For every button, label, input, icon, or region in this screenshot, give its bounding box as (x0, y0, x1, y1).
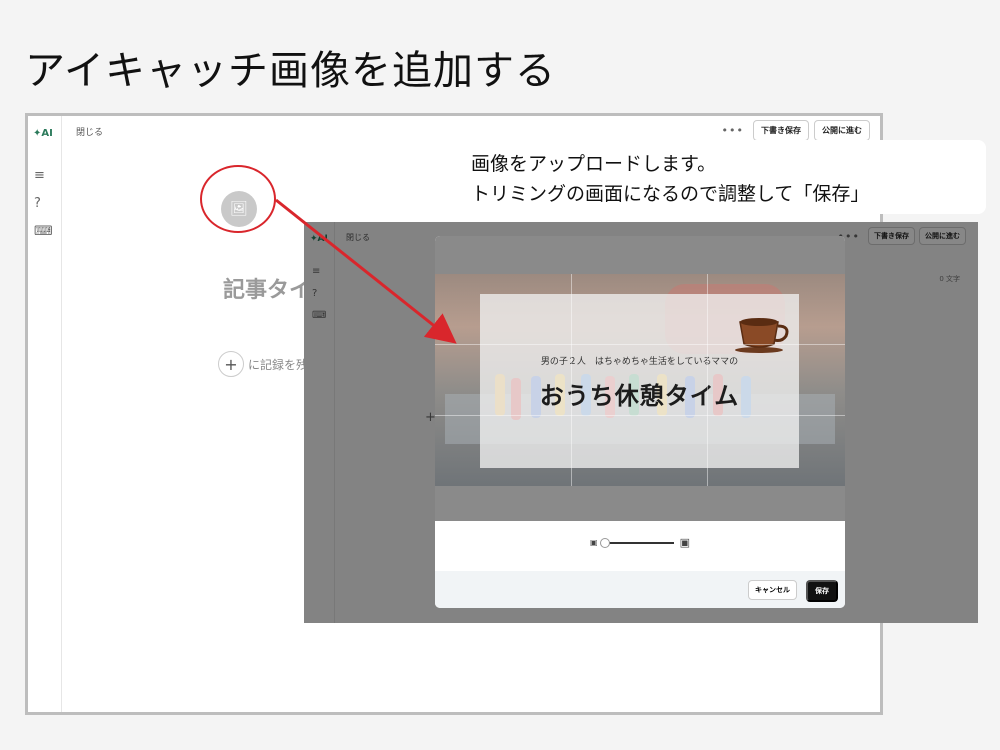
pointer-arrow (275, 198, 457, 344)
